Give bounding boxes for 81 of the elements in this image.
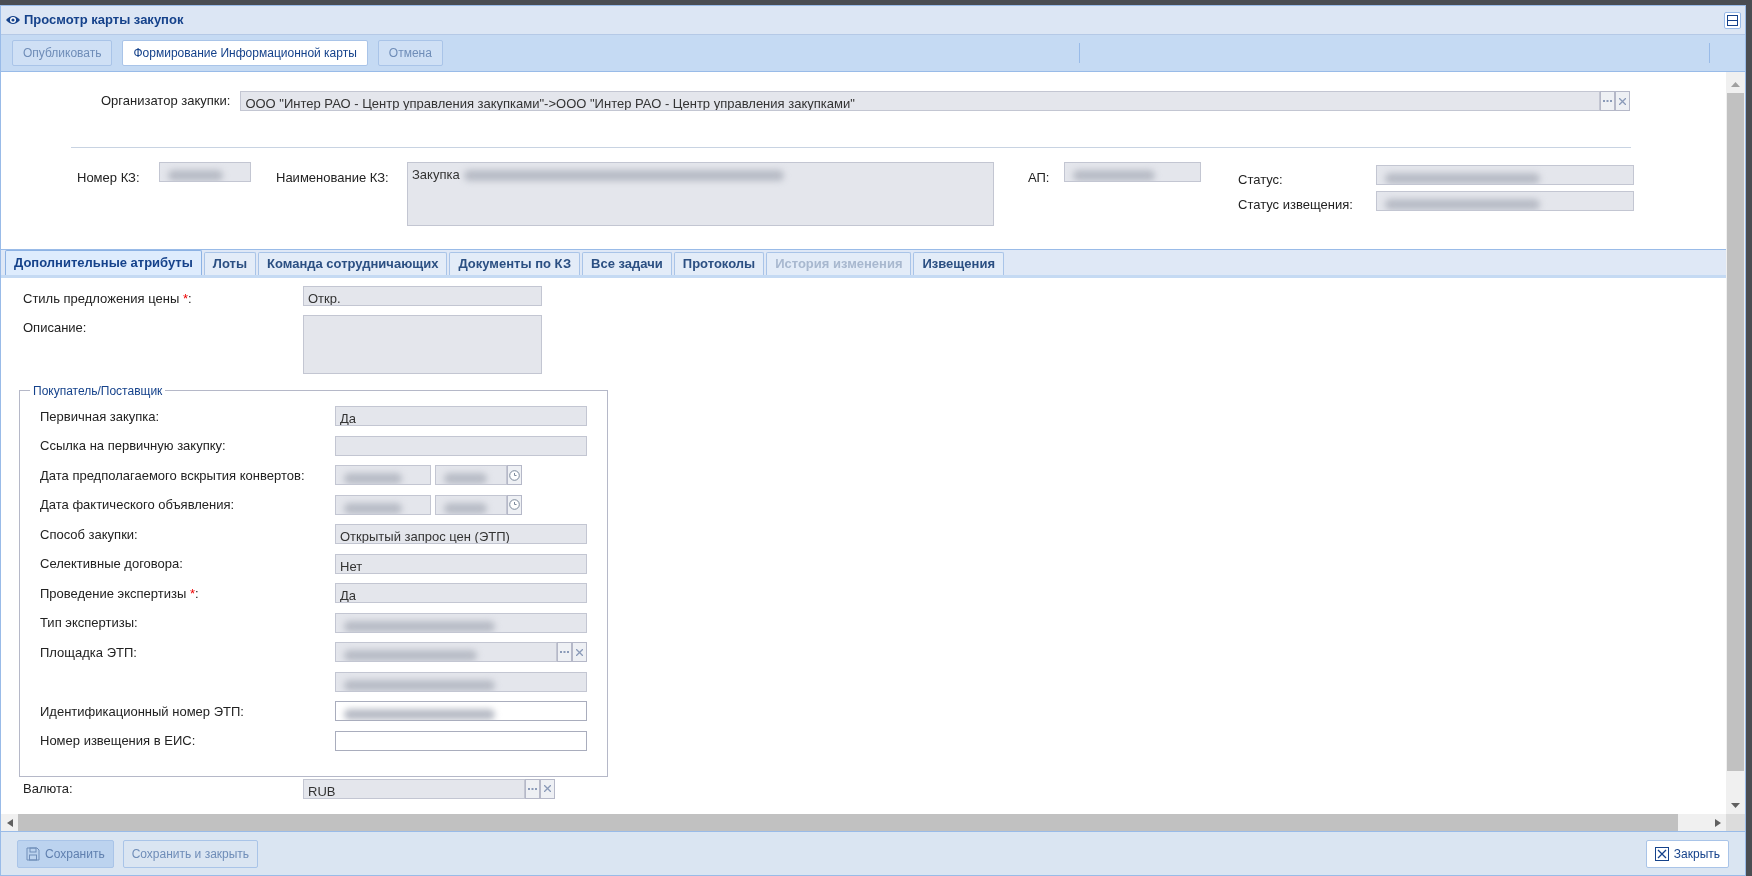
- input-field[interactable]: [335, 701, 587, 722]
- input-field[interactable]: [1376, 191, 1634, 211]
- input-field[interactable]: [435, 494, 507, 515]
- clear-button[interactable]: [540, 778, 555, 799]
- clear-button[interactable]: [572, 642, 587, 663]
- close-icon: [576, 648, 583, 656]
- field-label: Номер КЗ:: [77, 169, 140, 187]
- save-icon: [26, 846, 40, 861]
- close-icon: [1619, 97, 1627, 105]
- tab[interactable]: Лоты: [203, 252, 257, 275]
- group-legend: Покупатель/Поставщик: [30, 381, 166, 400]
- input-field[interactable]: ООО "Интер РАО - Центр управления закупками"->ООО "Интер РАО - Центр управления закупками": [240, 91, 1601, 111]
- field-label: Стиль предложения цены *:: [23, 291, 192, 306]
- right-arrow-icon: [1714, 818, 1721, 827]
- tab[interactable]: Дополнительные атрибуты: [5, 250, 202, 275]
- input-field[interactable]: [335, 671, 587, 692]
- input-field[interactable]: Нет: [335, 553, 587, 574]
- time-picker-button[interactable]: [507, 465, 522, 486]
- tab[interactable]: Протоколы: [673, 252, 765, 275]
- field-label: Статус извещения:: [1238, 196, 1353, 214]
- tab[interactable]: Все задачи: [582, 252, 672, 275]
- field-label: Дата фактического объявления:: [40, 497, 235, 512]
- field-label: Описание:: [23, 319, 87, 335]
- window-title: Просмотр карты закупок: [24, 11, 184, 30]
- scrollbar-corner: [1726, 814, 1745, 831]
- more-button[interactable]: [1600, 91, 1616, 111]
- close-icon: [544, 785, 551, 792]
- text-area[interactable]: [303, 314, 542, 374]
- input-field[interactable]: [435, 465, 507, 486]
- input-field[interactable]: [1064, 162, 1201, 182]
- collapse-icon: [1727, 14, 1738, 26]
- more-button[interactable]: [525, 778, 540, 799]
- input-field[interactable]: Да: [335, 406, 587, 427]
- clear-button[interactable]: [1615, 91, 1631, 111]
- field-label: Селективные договора:: [40, 556, 183, 571]
- clock-icon: [509, 499, 520, 511]
- field-label: Номер извещения в ЕИС:: [40, 733, 196, 748]
- input-field[interactable]: [1376, 165, 1634, 185]
- field-label: Идентификационный номер ЭТП:: [40, 703, 244, 719]
- field-label: Тип экспертизы:: [40, 615, 138, 630]
- input-field[interactable]: Откр.: [303, 286, 542, 306]
- ellipsis-icon: [528, 787, 537, 790]
- toolbar-button[interactable]: Формирование Информационной карты: [122, 40, 368, 66]
- tab[interactable]: Извещения: [913, 252, 1004, 275]
- field-label: Дата предполагаемого вскрытия конвертов:: [40, 467, 305, 483]
- field-label: Организатор закупки:: [101, 92, 231, 111]
- time-picker-button[interactable]: [507, 494, 522, 515]
- tab[interactable]: Документы по КЗ: [449, 252, 581, 275]
- ellipsis-icon: [560, 651, 569, 654]
- field-label: Первичная закупка:: [40, 408, 160, 424]
- more-button[interactable]: [557, 642, 572, 663]
- input-field[interactable]: [335, 612, 587, 633]
- collapse-button[interactable]: [1724, 11, 1741, 29]
- input-field[interactable]: Да: [335, 583, 587, 604]
- field-label: АП:: [1028, 169, 1050, 187]
- scrollbar-thumb[interactable]: [18, 814, 1678, 831]
- input-field[interactable]: [335, 494, 431, 515]
- down-arrow-icon: [1731, 803, 1740, 808]
- left-arrow-icon: [6, 818, 13, 827]
- close-icon: [1654, 846, 1669, 861]
- input-field[interactable]: [335, 435, 587, 456]
- input-field[interactable]: [335, 730, 587, 751]
- input-field[interactable]: RUB: [303, 778, 525, 799]
- field-label: Наименование КЗ:: [276, 169, 389, 187]
- field-label: Ссылка на первичную закупку:: [40, 438, 226, 453]
- footer-button[interactable]: Закрыть: [1645, 839, 1729, 868]
- eye-icon: [5, 14, 21, 26]
- field-label: Проведение экспертизы *:: [40, 585, 199, 601]
- input-field[interactable]: [159, 162, 251, 182]
- input-field[interactable]: Закупка: [407, 162, 994, 226]
- scrollbar-thumb[interactable]: [1727, 93, 1744, 771]
- field-label: Площадка ЭТП:: [40, 644, 137, 660]
- input-field[interactable]: Открытый запрос цен (ЭТП): [335, 524, 587, 545]
- field-label: Статус:: [1238, 171, 1283, 189]
- up-arrow-icon: [1731, 82, 1740, 87]
- field-label: Валюта:: [23, 780, 73, 796]
- field-label: Способ закупки:: [40, 526, 138, 542]
- input-field[interactable]: [335, 642, 557, 663]
- input-field[interactable]: [335, 465, 431, 486]
- clock-icon: [509, 469, 520, 481]
- tab[interactable]: Команда сотрудничающих: [258, 252, 448, 275]
